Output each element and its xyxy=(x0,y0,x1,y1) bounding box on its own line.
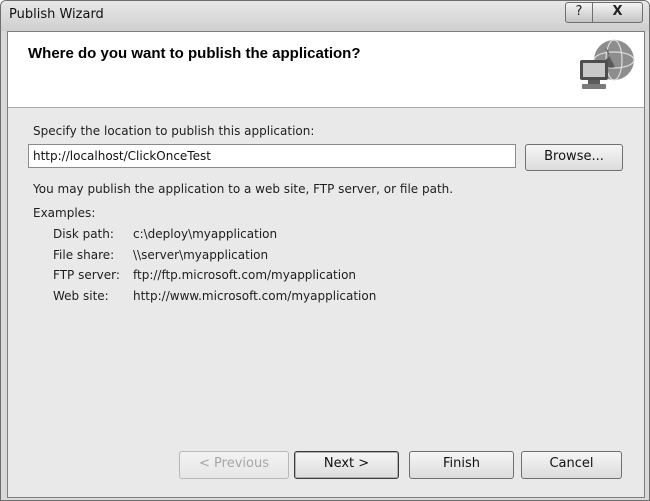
example-label: FTP server: xyxy=(53,268,120,282)
next-button[interactable]: Next > xyxy=(294,451,399,479)
wizard-header: Where do you want to publish the applica… xyxy=(8,32,644,108)
example-label: Web site: xyxy=(53,289,109,303)
window-title: Publish Wizard xyxy=(9,7,104,22)
close-button[interactable]: X xyxy=(592,2,643,23)
title-bar[interactable]: Publish Wizard ? X xyxy=(1,1,649,31)
info-text: You may publish the application to a web… xyxy=(33,182,454,196)
browse-button[interactable]: Browse... xyxy=(525,144,623,171)
example-value: ftp://ftp.microsoft.com/myapplication xyxy=(133,268,357,282)
example-value: http://www.microsoft.com/myapplication xyxy=(133,289,377,303)
location-input[interactable] xyxy=(28,144,516,168)
cancel-button[interactable]: Cancel xyxy=(521,451,622,479)
publish-wizard-window: Publish Wizard ? X Where do you want to … xyxy=(0,0,650,501)
globe-computer-icon xyxy=(580,39,635,89)
example-value: c:\deploy\myapplication xyxy=(133,227,278,241)
previous-button[interactable]: < Previous xyxy=(179,451,289,479)
help-button[interactable]: ? xyxy=(565,2,593,23)
example-label: File share: xyxy=(53,248,115,262)
location-label: Specify the location to publish this app… xyxy=(33,124,315,138)
wizard-content: Specify the location to publish this app… xyxy=(8,108,644,497)
example-value: \\server\myapplication xyxy=(133,248,269,262)
examples-heading: Examples: xyxy=(33,206,96,220)
finish-button[interactable]: Finish xyxy=(409,451,514,479)
example-label: Disk path: xyxy=(53,227,114,241)
page-title: Where do you want to publish the applica… xyxy=(28,45,361,62)
wizard-body: Where do you want to publish the applica… xyxy=(7,31,645,498)
